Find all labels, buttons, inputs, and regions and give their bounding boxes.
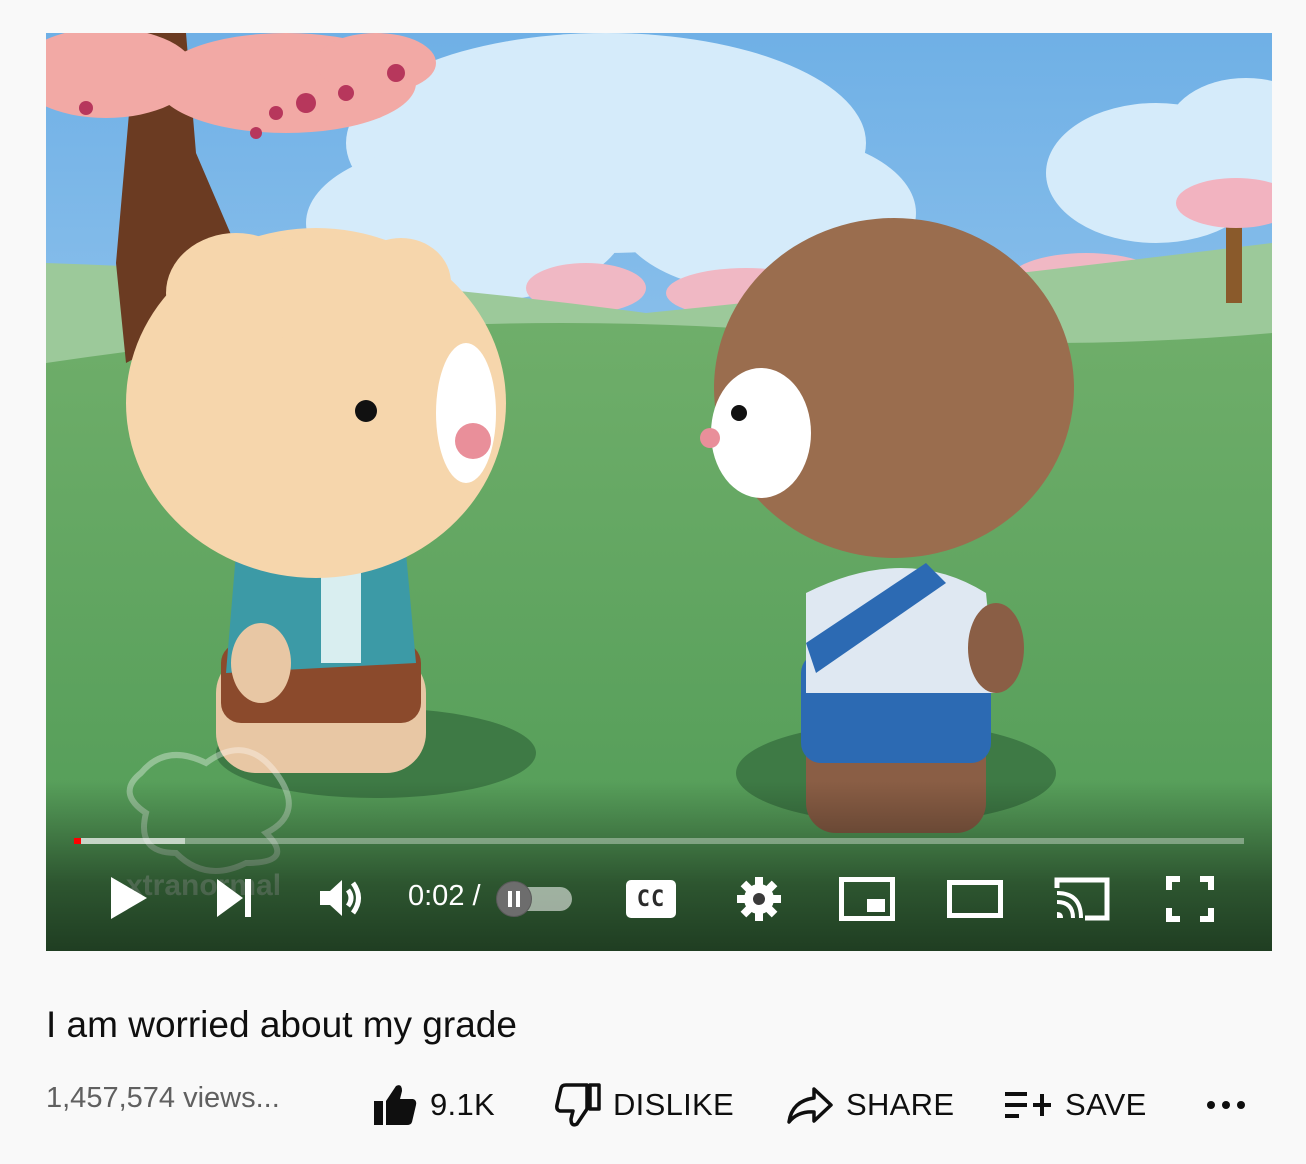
captions-label: CC bbox=[636, 886, 666, 912]
add-to-playlist-icon bbox=[1003, 1088, 1053, 1122]
autoplay-toggle[interactable] bbox=[496, 881, 574, 917]
time-display: 0:02 / bbox=[408, 880, 481, 912]
volume-icon bbox=[320, 880, 361, 916]
next-button[interactable] bbox=[211, 875, 259, 921]
thumbs-up-icon bbox=[372, 1083, 418, 1127]
more-actions-button[interactable] bbox=[1206, 1082, 1258, 1128]
share-button[interactable]: SHARE bbox=[786, 1082, 954, 1128]
share-label: SHARE bbox=[846, 1087, 955, 1122]
gear-icon bbox=[737, 877, 781, 921]
thumbs-down-icon bbox=[555, 1083, 601, 1127]
more-horiz-icon bbox=[1206, 1100, 1246, 1110]
video-player[interactable]: xtranormal 0:02 / CC bbox=[46, 33, 1272, 951]
like-button[interactable]: 9.1K bbox=[372, 1082, 495, 1128]
progress-buffered bbox=[74, 838, 186, 844]
miniplayer-icon bbox=[839, 877, 895, 921]
cast-icon bbox=[1054, 877, 1110, 921]
save-label: SAVE bbox=[1065, 1087, 1147, 1122]
dislike-button[interactable]: DISLIKE bbox=[555, 1082, 734, 1128]
volume-button[interactable] bbox=[316, 875, 366, 921]
theater-mode-button[interactable] bbox=[946, 878, 1004, 920]
play-icon bbox=[111, 877, 147, 919]
view-count[interactable]: 1,457,574 views... bbox=[46, 1082, 280, 1115]
progress-played bbox=[74, 838, 82, 844]
cast-button[interactable] bbox=[1052, 875, 1112, 923]
autoplay-knob bbox=[496, 881, 532, 917]
miniplayer-button[interactable] bbox=[838, 875, 896, 923]
fullscreen-icon bbox=[1166, 876, 1214, 922]
fullscreen-button[interactable] bbox=[1164, 875, 1216, 923]
pause-icon bbox=[508, 891, 520, 907]
share-icon bbox=[786, 1085, 834, 1125]
captions-icon: CC bbox=[626, 880, 676, 918]
like-count: 9.1K bbox=[430, 1087, 495, 1122]
dislike-label: DISLIKE bbox=[613, 1087, 734, 1122]
theater-mode-icon bbox=[947, 880, 1003, 918]
controls-overlay bbox=[46, 781, 1272, 951]
save-button[interactable]: SAVE bbox=[1003, 1082, 1147, 1128]
progress-bar[interactable] bbox=[74, 838, 1244, 844]
captions-button[interactable]: CC bbox=[624, 878, 678, 920]
next-icon bbox=[217, 879, 251, 917]
play-button[interactable] bbox=[104, 873, 154, 923]
settings-button[interactable] bbox=[734, 875, 784, 923]
video-title: I am worried about my grade bbox=[46, 1004, 517, 1045]
